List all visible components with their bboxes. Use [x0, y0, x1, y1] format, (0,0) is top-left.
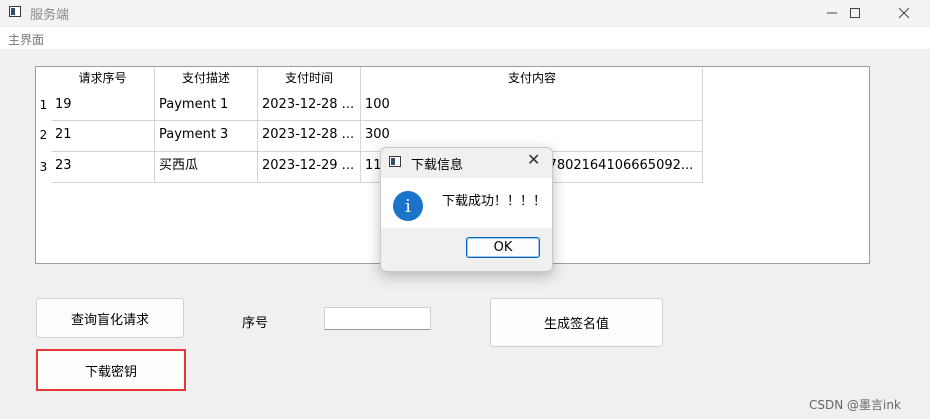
sequence-input[interactable]: [324, 307, 431, 330]
watermark: CSDN @墨言ink: [809, 398, 901, 412]
download-info-dialog: 下载信息 ✕ i 下载成功！！！！ OK: [380, 147, 553, 272]
dialog-close-icon[interactable]: ✕: [527, 150, 540, 169]
dialog-body: i 下载成功！！！！: [381, 178, 552, 228]
table-cell[interactable]: Payment 1: [155, 91, 258, 121]
table-cell[interactable]: Payment 3: [155, 121, 258, 152]
app-window-icon: [9, 6, 21, 17]
table-cell[interactable]: 23: [51, 152, 155, 183]
table-cell[interactable]: 2023-12-28 ...: [258, 91, 361, 121]
table-cell[interactable]: 2023-12-29 ...: [258, 152, 361, 183]
row-header: 1: [39, 98, 48, 112]
title-bar: 服务端: [0, 0, 930, 26]
sequence-label: 序号: [242, 316, 269, 331]
column-header-content[interactable]: 支付内容: [361, 67, 703, 91]
dialog-window-icon: [389, 156, 401, 167]
row-header: 2: [39, 128, 48, 142]
dialog-message: 下载成功！！！！: [442, 194, 547, 209]
table-cell[interactable]: 100: [361, 91, 703, 121]
menu-bar: 主界面: [0, 27, 930, 49]
close-icon[interactable]: [881, 0, 927, 26]
table-cell[interactable]: 买西瓜: [155, 152, 258, 183]
content-suffix: 417802164106665092...: [532, 158, 694, 173]
window-title: 服务端: [30, 8, 70, 23]
column-header-time[interactable]: 支付时间: [258, 67, 361, 91]
query-blind-request-button[interactable]: 查询盲化请求: [36, 298, 184, 338]
table-cell[interactable]: 21: [51, 121, 155, 152]
generate-signature-button[interactable]: 生成签名值: [490, 298, 663, 347]
dialog-title-bar: 下载信息 ✕: [381, 148, 552, 176]
download-key-button[interactable]: 下载密钥: [36, 349, 186, 391]
row-header: 3: [39, 160, 48, 174]
table-cell[interactable]: 2023-12-28 ...: [258, 121, 361, 152]
dialog-title: 下载信息: [411, 158, 464, 173]
info-icon: i: [393, 191, 423, 221]
maximize-icon[interactable]: [832, 0, 878, 26]
menu-main-interface[interactable]: 主界面: [8, 31, 44, 48]
ok-button[interactable]: OK: [466, 237, 540, 258]
column-header-request-id[interactable]: 请求序号: [51, 67, 155, 91]
table-cell[interactable]: 19: [51, 91, 155, 121]
column-header-description[interactable]: 支付描述: [155, 67, 258, 91]
